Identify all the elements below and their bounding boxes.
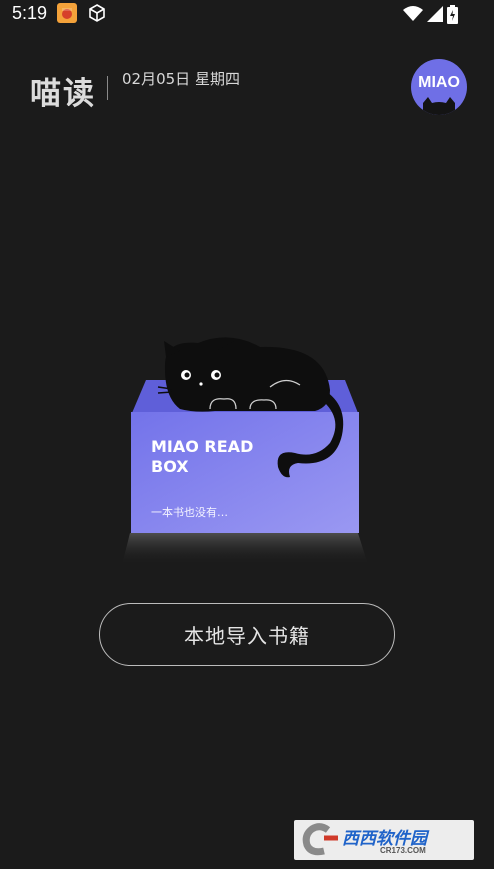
signal-icon [427,6,443,22]
avatar[interactable]: MIAO [411,59,467,115]
status-right-icons [403,4,458,24]
watermark-url: CR173.COM [380,846,426,855]
battery-icon [447,4,458,24]
cat-silhouette-icon [423,97,455,115]
wifi-icon [403,6,423,21]
cube-icon [87,3,107,23]
status-bar: 5:19 [0,0,494,28]
header-divider [107,76,108,100]
status-time: 5:19 [12,3,48,23]
app-logo: 喵读 [30,76,96,112]
watermark-c-icon [302,823,338,856]
app-notification-icon [57,3,77,23]
import-button-label: 本地导入书籍 [184,624,310,648]
box-title: MIAO READ BOX [151,437,254,476]
watermark-logo: 西西软件园 CR173.COM [294,820,474,860]
app-screen: 5:19 喵读 02月05日 星期四 MIAO MIAO READ BOX 一本… [0,0,494,869]
header-date: 02月05日 星期四 [122,70,240,88]
empty-message: 一本书也没有… [151,506,228,519]
import-books-button[interactable]: 本地导入书籍 [99,603,395,666]
